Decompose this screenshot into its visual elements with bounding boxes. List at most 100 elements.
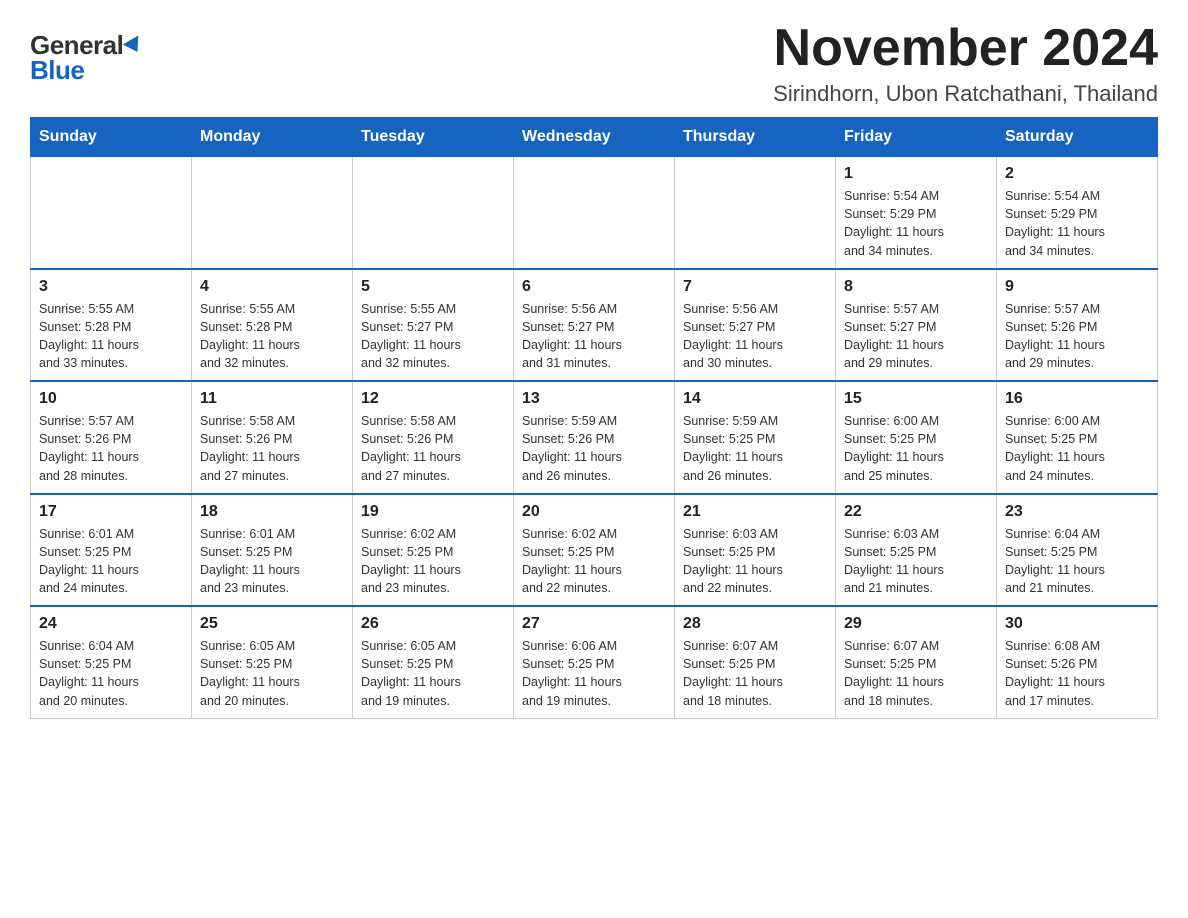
day-info: Sunrise: 5:56 AMSunset: 5:27 PMDaylight:… — [683, 300, 827, 373]
day-number: 30 — [1005, 615, 1149, 633]
day-info: Sunrise: 6:08 AMSunset: 5:26 PMDaylight:… — [1005, 637, 1149, 710]
calendar-cell: 29 Sunrise: 6:07 AMSunset: 5:25 PMDayligh… — [836, 606, 997, 718]
day-info: Sunrise: 5:57 AMSunset: 5:26 PMDaylight:… — [1005, 300, 1149, 373]
page-header: General Blue November 2024 Sirindhorn, U… — [30, 20, 1158, 107]
day-info: Sunrise: 6:00 AMSunset: 5:25 PMDaylight:… — [1005, 412, 1149, 485]
location-text: Sirindhorn, Ubon Ratchathani, Thailand — [773, 81, 1158, 107]
calendar-cell: 20 Sunrise: 6:02 AMSunset: 5:25 PMDayligh… — [514, 494, 675, 607]
calendar-cell: 10 Sunrise: 5:57 AMSunset: 5:26 PMDayligh… — [31, 381, 192, 494]
day-info: Sunrise: 6:02 AMSunset: 5:25 PMDaylight:… — [522, 525, 666, 598]
day-info: Sunrise: 5:54 AMSunset: 5:29 PMDaylight:… — [1005, 187, 1149, 260]
day-number: 19 — [361, 503, 505, 521]
calendar-week-4: 17 Sunrise: 6:01 AMSunset: 5:25 PMDayligh… — [31, 494, 1158, 607]
calendar-week-2: 3 Sunrise: 5:55 AMSunset: 5:28 PMDaylight… — [31, 269, 1158, 382]
calendar-cell: 27Sunrise: 6:06 AMSunset: 5:25 PMDayligh… — [514, 606, 675, 718]
day-info: Sunrise: 6:07 AMSunset: 5:25 PMDaylight:… — [844, 637, 988, 710]
header-saturday: Saturday — [997, 118, 1158, 157]
day-number: 12 — [361, 390, 505, 408]
calendar-cell: 13 Sunrise: 5:59 AMSunset: 5:26 PMDayligh… — [514, 381, 675, 494]
logo-blue-text: Blue — [30, 55, 84, 86]
day-info: Sunrise: 6:02 AMSunset: 5:25 PMDaylight:… — [361, 525, 505, 598]
day-info: Sunrise: 5:55 AMSunset: 5:28 PMDaylight:… — [39, 300, 183, 373]
day-info: Sunrise: 6:01 AMSunset: 5:25 PMDaylight:… — [200, 525, 344, 598]
day-number: 10 — [39, 390, 183, 408]
day-number: 29 — [844, 615, 988, 633]
day-info: Sunrise: 5:58 AMSunset: 5:26 PMDaylight:… — [361, 412, 505, 485]
calendar-week-3: 10 Sunrise: 5:57 AMSunset: 5:26 PMDayligh… — [31, 381, 1158, 494]
calendar-cell — [192, 157, 353, 269]
calendar-cell — [31, 157, 192, 269]
header-monday: Monday — [192, 118, 353, 157]
day-number: 15 — [844, 390, 988, 408]
day-number: 17 — [39, 503, 183, 521]
day-number: 1 — [844, 165, 988, 183]
day-number: 24 — [39, 615, 183, 633]
calendar-cell — [675, 157, 836, 269]
day-info: Sunrise: 5:59 AMSunset: 5:25 PMDaylight:… — [683, 412, 827, 485]
calendar-cell: 24 Sunrise: 6:04 AMSunset: 5:25 PMDayligh… — [31, 606, 192, 718]
calendar-cell: 18Sunrise: 6:01 AMSunset: 5:25 PMDayligh… — [192, 494, 353, 607]
calendar-table: Sunday Monday Tuesday Wednesday Thursday… — [30, 117, 1158, 719]
calendar-cell: 11Sunrise: 5:58 AMSunset: 5:26 PMDayligh… — [192, 381, 353, 494]
day-info: Sunrise: 6:04 AMSunset: 5:25 PMDaylight:… — [39, 637, 183, 710]
day-info: Sunrise: 5:56 AMSunset: 5:27 PMDaylight:… — [522, 300, 666, 373]
day-info: Sunrise: 6:00 AMSunset: 5:25 PMDaylight:… — [844, 412, 988, 485]
title-section: November 2024 Sirindhorn, Ubon Ratchatha… — [773, 20, 1158, 107]
day-info: Sunrise: 6:04 AMSunset: 5:25 PMDaylight:… — [1005, 525, 1149, 598]
day-info: Sunrise: 5:57 AMSunset: 5:27 PMDaylight:… — [844, 300, 988, 373]
header-friday: Friday — [836, 118, 997, 157]
day-number: 8 — [844, 278, 988, 296]
calendar-cell: 17 Sunrise: 6:01 AMSunset: 5:25 PMDayligh… — [31, 494, 192, 607]
day-info: Sunrise: 5:55 AMSunset: 5:27 PMDaylight:… — [361, 300, 505, 373]
day-info: Sunrise: 5:57 AMSunset: 5:26 PMDaylight:… — [39, 412, 183, 485]
day-number: 20 — [522, 503, 666, 521]
day-number: 23 — [1005, 503, 1149, 521]
calendar-cell: 14 Sunrise: 5:59 AMSunset: 5:25 PMDayligh… — [675, 381, 836, 494]
day-info: Sunrise: 6:01 AMSunset: 5:25 PMDaylight:… — [39, 525, 183, 598]
day-number: 14 — [683, 390, 827, 408]
calendar-cell: 30 Sunrise: 6:08 AMSunset: 5:26 PMDayligh… — [997, 606, 1158, 718]
calendar-week-1: 1 Sunrise: 5:54 AMSunset: 5:29 PMDaylight… — [31, 157, 1158, 269]
calendar-cell: 5 Sunrise: 5:55 AMSunset: 5:27 PMDaylight… — [353, 269, 514, 382]
day-number: 13 — [522, 390, 666, 408]
calendar-cell: 3 Sunrise: 5:55 AMSunset: 5:28 PMDaylight… — [31, 269, 192, 382]
calendar-cell: 16 Sunrise: 6:00 AMSunset: 5:25 PMDayligh… — [997, 381, 1158, 494]
month-title: November 2024 — [773, 20, 1158, 77]
day-number: 21 — [683, 503, 827, 521]
day-number: 3 — [39, 278, 183, 296]
day-number: 5 — [361, 278, 505, 296]
calendar-header-row: Sunday Monday Tuesday Wednesday Thursday… — [31, 118, 1158, 157]
header-thursday: Thursday — [675, 118, 836, 157]
calendar-cell: 21 Sunrise: 6:03 AMSunset: 5:25 PMDayligh… — [675, 494, 836, 607]
day-number: 9 — [1005, 278, 1149, 296]
day-info: Sunrise: 6:05 AMSunset: 5:25 PMDaylight:… — [361, 637, 505, 710]
calendar-cell: 19 Sunrise: 6:02 AMSunset: 5:25 PMDayligh… — [353, 494, 514, 607]
calendar-cell: 28Sunrise: 6:07 AMSunset: 5:25 PMDayligh… — [675, 606, 836, 718]
calendar-week-5: 24 Sunrise: 6:04 AMSunset: 5:25 PMDayligh… — [31, 606, 1158, 718]
day-info: Sunrise: 5:58 AMSunset: 5:26 PMDaylight:… — [200, 412, 344, 485]
day-number: 6 — [522, 278, 666, 296]
day-info: Sunrise: 6:03 AMSunset: 5:25 PMDaylight:… — [683, 525, 827, 598]
day-number: 25 — [200, 615, 344, 633]
day-number: 28 — [683, 615, 827, 633]
day-info: Sunrise: 5:54 AMSunset: 5:29 PMDaylight:… — [844, 187, 988, 260]
calendar-cell: 9 Sunrise: 5:57 AMSunset: 5:26 PMDaylight… — [997, 269, 1158, 382]
logo-triangle-icon — [123, 35, 146, 56]
day-info: Sunrise: 5:59 AMSunset: 5:26 PMDaylight:… — [522, 412, 666, 485]
calendar-cell — [353, 157, 514, 269]
header-tuesday: Tuesday — [353, 118, 514, 157]
calendar-cell: 26Sunrise: 6:05 AMSunset: 5:25 PMDayligh… — [353, 606, 514, 718]
day-info: Sunrise: 6:06 AMSunset: 5:25 PMDaylight:… — [522, 637, 666, 710]
calendar-cell: 2Sunrise: 5:54 AMSunset: 5:29 PMDaylight… — [997, 157, 1158, 269]
calendar-cell: 7Sunrise: 5:56 AMSunset: 5:27 PMDaylight… — [675, 269, 836, 382]
day-number: 16 — [1005, 390, 1149, 408]
calendar-cell — [514, 157, 675, 269]
calendar-cell: 15 Sunrise: 6:00 AMSunset: 5:25 PMDayligh… — [836, 381, 997, 494]
day-number: 22 — [844, 503, 988, 521]
calendar-cell: 12 Sunrise: 5:58 AMSunset: 5:26 PMDayligh… — [353, 381, 514, 494]
calendar-cell: 1 Sunrise: 5:54 AMSunset: 5:29 PMDaylight… — [836, 157, 997, 269]
calendar-cell: 4Sunrise: 5:55 AMSunset: 5:28 PMDaylight… — [192, 269, 353, 382]
calendar-cell: 22Sunrise: 6:03 AMSunset: 5:25 PMDayligh… — [836, 494, 997, 607]
calendar-cell: 23 Sunrise: 6:04 AMSunset: 5:25 PMDayligh… — [997, 494, 1158, 607]
header-wednesday: Wednesday — [514, 118, 675, 157]
